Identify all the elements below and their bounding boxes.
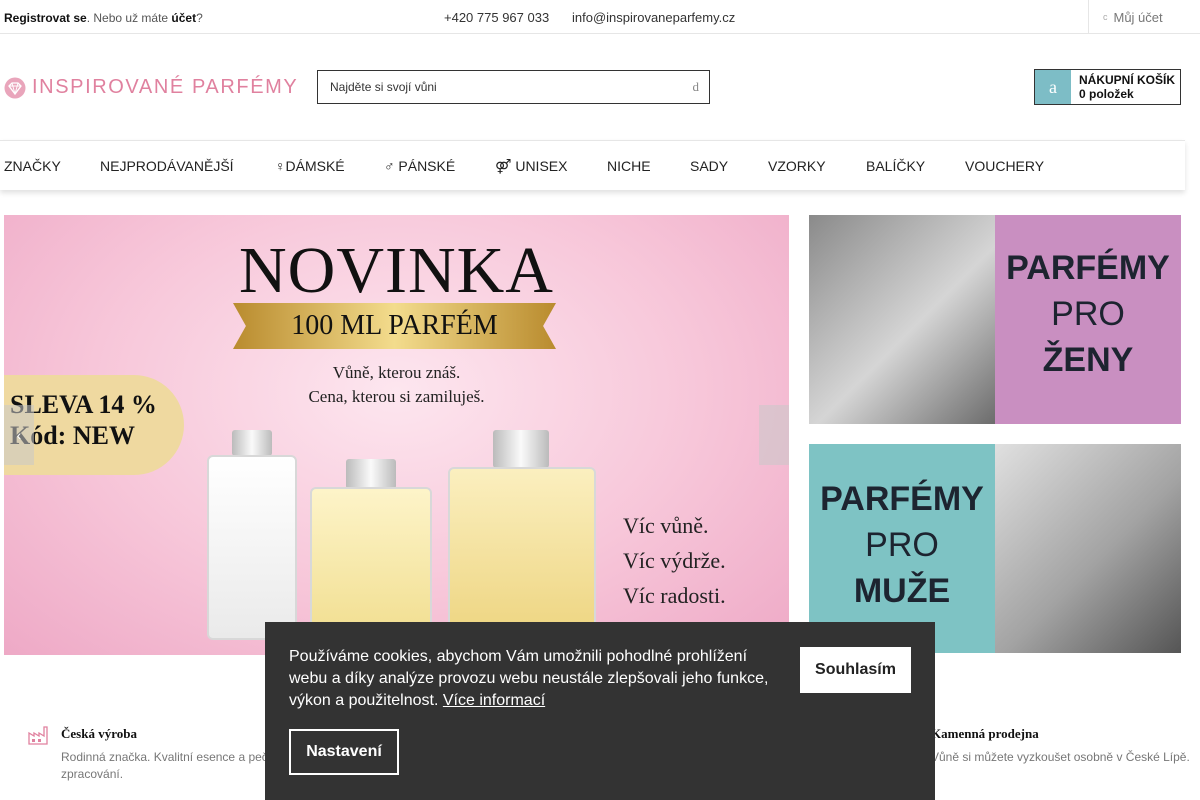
cart-icon: a [1035, 70, 1071, 104]
cart-title: NÁKUPNÍ KOŠÍK [1079, 73, 1176, 87]
men-banner-line-2: PRO [865, 526, 939, 564]
user-icon: c [1103, 12, 1108, 22]
slider-prev-button[interactable]: ‹ [4, 405, 34, 465]
search-button[interactable]: d [693, 79, 700, 95]
nav-item-sady[interactable]: SADY [690, 158, 728, 174]
email-link[interactable]: info@inspirovaneparfemy.cz [572, 10, 735, 25]
nav-item-znacky[interactable]: ZNAČKY [4, 158, 61, 174]
account-prompt-text: . Nebo už máte [86, 11, 172, 25]
hero-tag-2: Víc výdrže. [623, 548, 726, 573]
my-account-label: Můj účet [1113, 9, 1163, 25]
login-link[interactable]: účet [171, 11, 196, 25]
search-input[interactable] [318, 71, 658, 103]
feature-title: Česká výroba [61, 726, 137, 741]
cookie-message: Používáme cookies, abychom Vám umožnili … [289, 646, 789, 712]
question-mark: ? [196, 11, 203, 25]
women-photo [809, 215, 995, 424]
women-banner-text: PARFÉMY PRO ŽENY [995, 245, 1181, 383]
nav-item-unisex[interactable]: ⚤ UNISEX [495, 158, 567, 175]
slider-next-button[interactable] [759, 405, 789, 465]
cart-count: 0 položek [1079, 87, 1134, 101]
hero-headline: NOVINKA [239, 234, 554, 307]
factory-icon [28, 726, 48, 745]
women-perfumes-banner[interactable]: PARFÉMY PRO ŽENY [809, 215, 1181, 424]
nav-item-panske[interactable]: ♂ PÁNSKÉ [384, 158, 455, 174]
men-banner-text: PARFÉMY PRO MUŽE [809, 476, 995, 614]
hero-tag-1: Víc vůně. [623, 513, 709, 538]
nav-item-balicky[interactable]: BALÍČKY [866, 158, 925, 174]
men-banner-line-1: PARFÉMY [820, 480, 984, 518]
feature-title: Kamenná prodejna [931, 726, 1039, 741]
hero-ribbon: 100 ML PARFÉM [233, 303, 556, 349]
nav-item-nejprodavanejsi[interactable]: NEJPRODÁVANĚJŠÍ [100, 158, 234, 174]
my-account-button[interactable]: c Můj účet [1088, 0, 1185, 34]
main-nav: ZNAČKY NEJPRODÁVANĚJŠÍ ♀DÁMSKÉ ♂ PÁNSKÉ … [0, 140, 1185, 190]
men-banner-line-3: MUŽE [853, 572, 951, 610]
cookie-settings-button[interactable]: Nastavení [289, 729, 399, 775]
diamond-logo-icon [4, 77, 26, 98]
site-logo[interactable]: INSPIROVANÉ PARFÉMY [4, 76, 298, 99]
account-prompt: Registrovat se. Nebo už máte účet? [4, 11, 203, 25]
cookie-banner: Používáme cookies, abychom Vám umožnili … [265, 622, 935, 800]
phone-link[interactable]: +420 775 967 033 [444, 10, 549, 25]
women-banner-line-2: PRO [1051, 295, 1125, 333]
search-box: d [317, 70, 710, 104]
cookie-more-info-link[interactable]: Více informací [443, 692, 545, 709]
cart-info: NÁKUPNÍ KOŠÍK 0 položek [1071, 70, 1175, 104]
cookie-agree-button[interactable]: Souhlasím [800, 647, 911, 693]
women-banner-line-1: PARFÉMY [1006, 249, 1170, 287]
top-bar: Registrovat se. Nebo už máte účet? +420 … [0, 0, 1200, 34]
register-link[interactable]: Registrovat se [4, 11, 87, 25]
logo-text: INSPIROVANÉ PARFÉMY [32, 76, 299, 98]
nav-item-niche[interactable]: NICHE [607, 158, 651, 174]
cart-button[interactable]: a NÁKUPNÍ KOŠÍK 0 položek [1034, 69, 1181, 105]
men-photo [995, 444, 1181, 653]
women-banner-line-3: ŽENY [1042, 341, 1134, 379]
nav-item-vzorky[interactable]: VZORKY [768, 158, 826, 174]
nav-item-damske[interactable]: ♀DÁMSKÉ [275, 158, 345, 174]
hero-tag-3: Víc radosti. [623, 583, 726, 608]
hero-slider[interactable]: NOVINKA 100 ML PARFÉM Vůně, kterou znáš.… [4, 215, 789, 655]
feature-desc: Vůně si můžete vyzkoušet osobně v České … [931, 750, 1190, 764]
nav-item-vouchery[interactable]: VOUCHERY [965, 158, 1044, 174]
